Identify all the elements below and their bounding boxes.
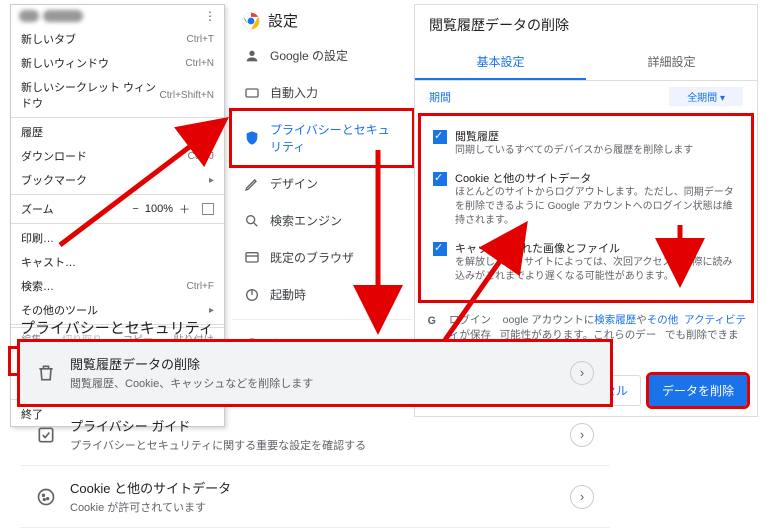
profile-blur xyxy=(43,10,83,22)
menu-new-tab[interactable]: 新しいタブCtrl+T xyxy=(11,27,224,51)
autofill-icon xyxy=(244,85,260,101)
fullscreen-icon[interactable] xyxy=(202,203,214,215)
time-range-row[interactable]: 期間 全期間 ▾ xyxy=(415,81,757,112)
time-range-label: 期間 xyxy=(429,89,451,105)
chevron-right-icon: ▸ xyxy=(209,305,214,316)
chrome-icon xyxy=(242,12,260,30)
dialog-title: 閲覧履歴データの削除 xyxy=(415,5,757,45)
chevron-right-icon: › xyxy=(570,361,594,385)
menu-cast[interactable]: キャスト… xyxy=(11,250,224,274)
checkbox-icon[interactable] xyxy=(433,172,447,186)
check-cookies[interactable]: Cookie と他のサイトデータほとんどのサイトからログアウトします。ただし、同… xyxy=(431,164,741,234)
zoom-value: 100% xyxy=(145,203,173,215)
chevron-right-icon: ▸ xyxy=(209,127,214,138)
menu-zoom: ズーム − 100% ＋ xyxy=(11,197,224,221)
sidebar-startup[interactable]: 起動時 xyxy=(232,276,412,313)
menu-new-incognito[interactable]: 新しいシークレット ウィンドウCtrl+Shift+N xyxy=(11,75,224,115)
chevron-right-icon: ▸ xyxy=(209,175,214,186)
menu-top: ⋮ xyxy=(11,5,224,27)
checklist-icon xyxy=(36,425,56,445)
pencil-icon xyxy=(244,176,260,192)
settings-header: 設定 xyxy=(232,4,412,37)
kebab-icon[interactable]: ⋮ xyxy=(204,9,216,23)
page-section-title: プライバシーとセキュリティ xyxy=(20,317,214,338)
check-cache[interactable]: キャッシュされた画像とファイルを解放します。サイトによっては、次回アクセスする際… xyxy=(431,234,741,290)
sidebar-autofill[interactable]: 自動入力 xyxy=(232,74,412,111)
tab-basic[interactable]: 基本設定 xyxy=(415,45,586,80)
zoom-in-button[interactable]: ＋ xyxy=(173,201,196,217)
menu-new-window[interactable]: 新しいウィンドウCtrl+N xyxy=(11,51,224,75)
zoom-label: ズーム xyxy=(21,201,54,217)
tab-advanced[interactable]: 詳細設定 xyxy=(586,45,757,80)
shield-icon xyxy=(244,130,260,146)
power-icon xyxy=(244,287,260,303)
user-icon xyxy=(244,48,260,64)
check-history[interactable]: 閲覧履歴同期しているすべてのデバイスから履歴を削除します xyxy=(431,122,741,164)
sidebar-google[interactable]: Google の設定 xyxy=(232,37,412,74)
menu-bookmarks[interactable]: ブックマーク▸ xyxy=(11,168,224,192)
row-privacy-guide[interactable]: プライバシー ガイドプライバシーとセキュリティに関する重要な設定を確認する › xyxy=(20,404,610,466)
svg-text:G: G xyxy=(428,315,436,327)
menu-history[interactable]: 履歴▸ xyxy=(11,120,224,144)
search-icon xyxy=(244,213,260,229)
time-range-select[interactable]: 全期間 ▾ xyxy=(669,87,743,106)
checkbox-icon[interactable] xyxy=(433,130,447,144)
trash-icon xyxy=(36,363,56,383)
menu-downloads[interactable]: ダウンロードCtrl+J xyxy=(11,144,224,168)
browser-icon xyxy=(244,250,260,266)
row-cookies[interactable]: Cookie と他のサイトデータCookie が許可されています › xyxy=(20,466,610,528)
profile-blur xyxy=(19,10,39,22)
menu-print[interactable]: 印刷… xyxy=(11,226,224,250)
sidebar-privacy[interactable]: プライバシーとセキュリティ xyxy=(232,111,412,165)
dialog-tabs: 基本設定 詳細設定 xyxy=(415,45,757,81)
delete-button[interactable]: データを削除 xyxy=(649,375,747,406)
settings-title: 設定 xyxy=(268,10,298,31)
chevron-right-icon: › xyxy=(570,423,594,447)
dialog-body: 閲覧履歴同期しているすべてのデバイスから履歴を削除します Cookie と他のサ… xyxy=(421,116,751,300)
row-clear-data[interactable]: 閲覧履歴データの削除閲覧履歴、Cookie、キャッシュなどを削除します › xyxy=(20,342,610,404)
menu-find[interactable]: 検索…Ctrl+F xyxy=(11,274,224,298)
cookie-icon xyxy=(36,487,56,507)
zoom-out-button[interactable]: − xyxy=(126,203,144,215)
privacy-list: 閲覧履歴データの削除閲覧履歴、Cookie、キャッシュなどを削除します › プラ… xyxy=(20,342,610,528)
google-g-icon: G xyxy=(425,312,441,328)
sidebar-default-browser[interactable]: 既定のブラウザ xyxy=(232,239,412,276)
sidebar-search[interactable]: 検索エンジン xyxy=(232,202,412,239)
checkbox-icon[interactable] xyxy=(433,242,447,256)
chevron-right-icon: › xyxy=(570,485,594,509)
sidebar-design[interactable]: デザイン xyxy=(232,165,412,202)
settings-sidebar: 設定 Google の設定 自動入力 プライバシーとセキュリティ デザイン 検索… xyxy=(232,4,412,363)
